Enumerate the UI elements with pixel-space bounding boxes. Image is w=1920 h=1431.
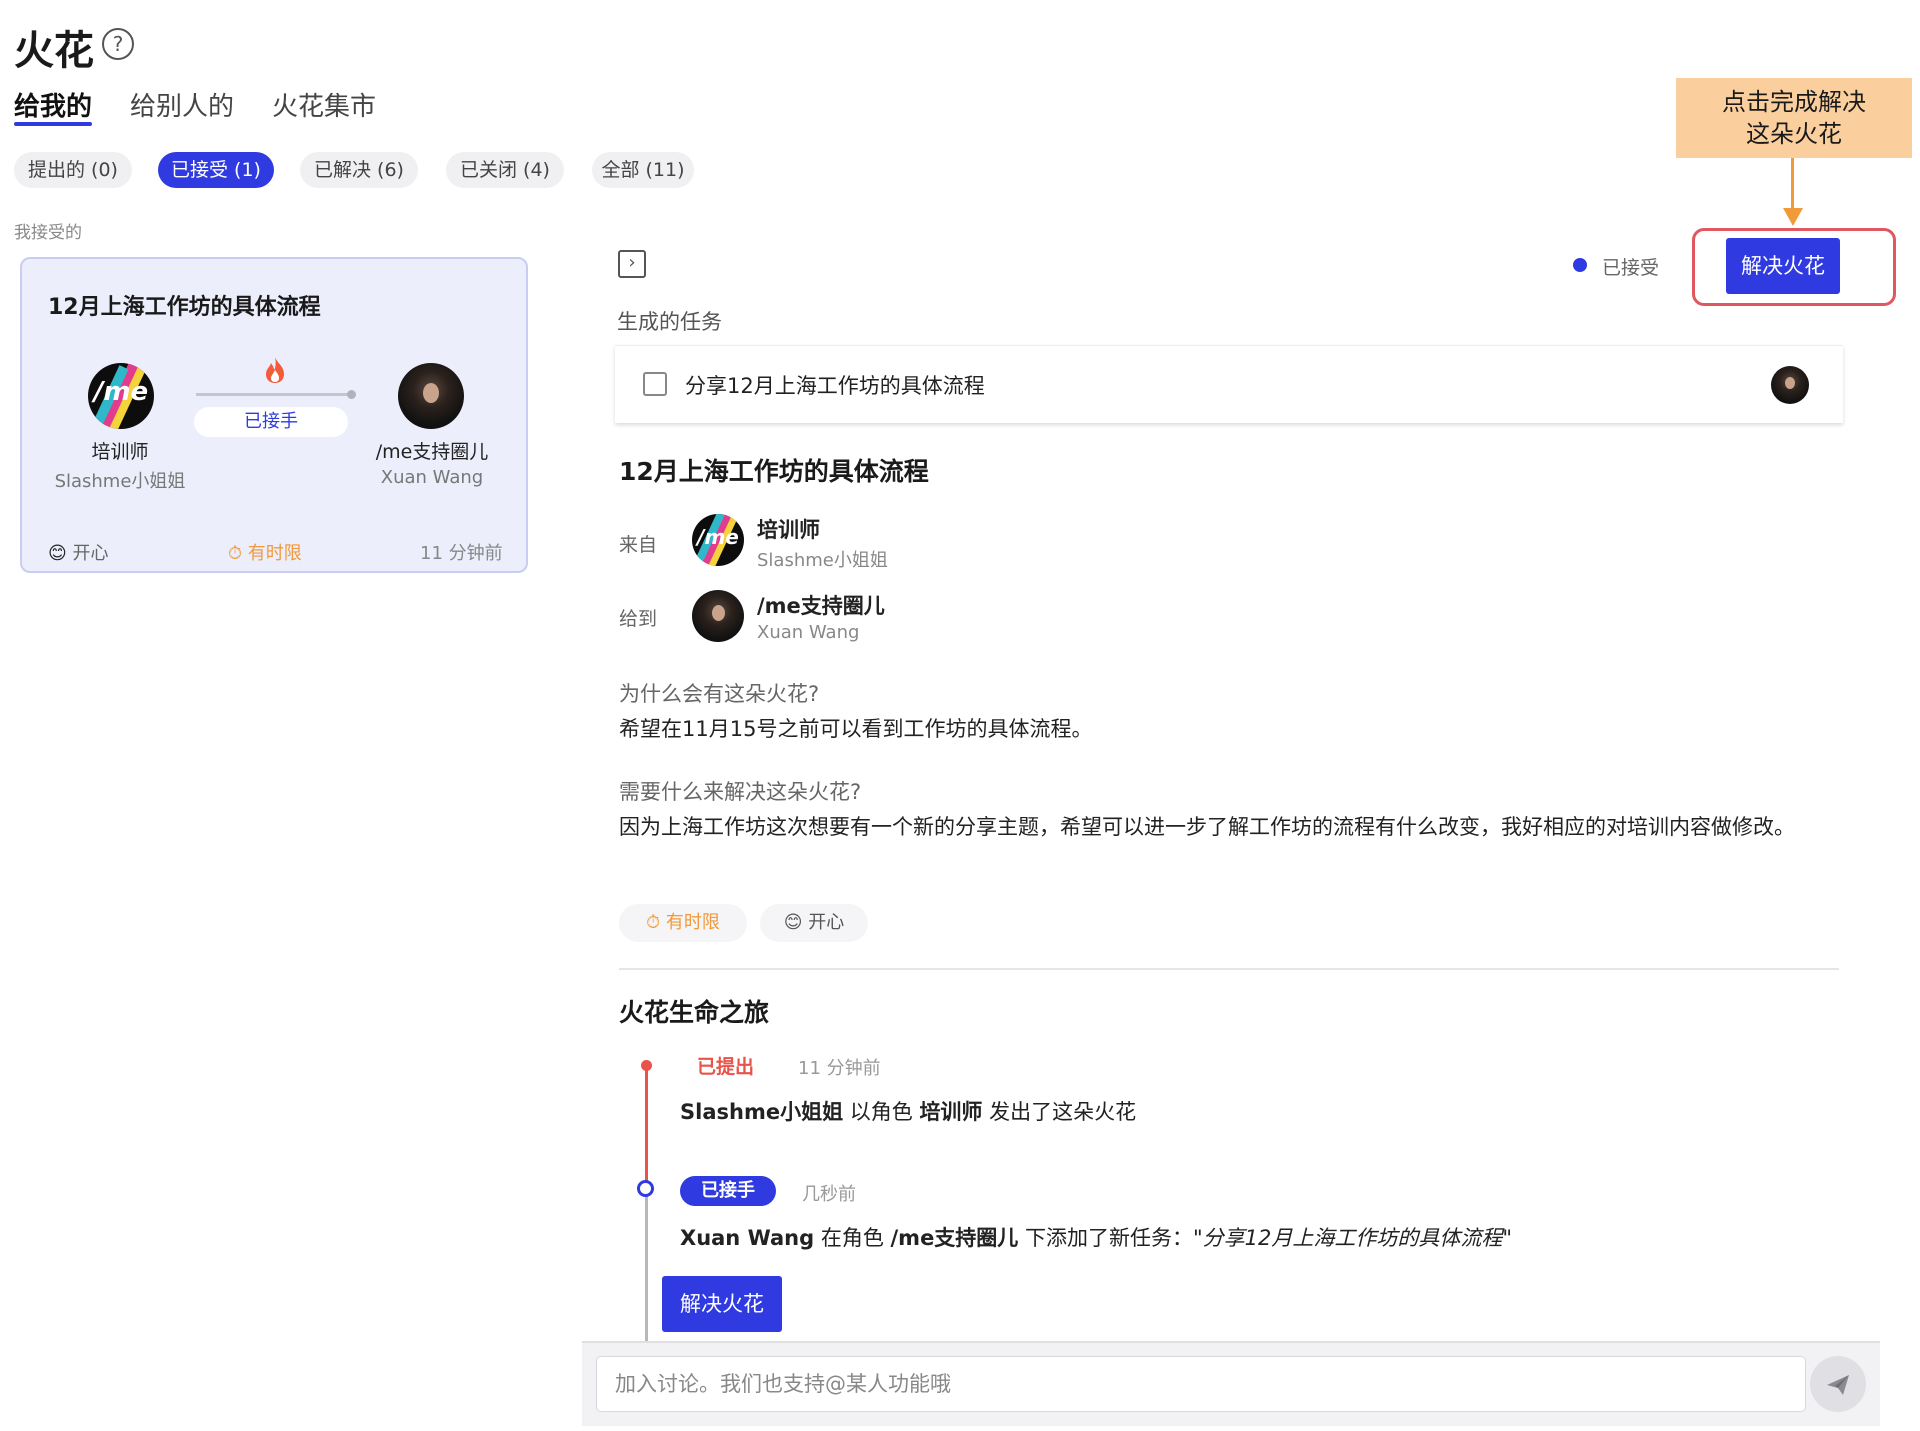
timeline-line [645,1188,648,1343]
spark-card[interactable]: 12月上海工作坊的具体流程 /me 已接手 培训师 Slashme小姐姐 /me… [20,257,528,573]
why-question: 为什么会有这朵火花? [619,682,820,706]
filter-accepted[interactable]: 已接受 (1) [158,152,274,188]
need-question: 需要什么来解决这朵火花? [619,780,862,804]
send-button[interactable] [1810,1356,1866,1412]
status-dot-icon [1573,258,1587,272]
to-user: Xuan Wang [757,622,860,643]
event-badge-accepted: 已接手 [680,1176,776,1206]
supporter-avatar [398,363,464,429]
filter-all[interactable]: 全部 (11) [592,152,694,188]
expand-panel-icon[interactable]: › [618,250,646,278]
card-mood: 😊 开心 [48,543,109,564]
tab-spark-market[interactable]: 火花集市 [272,86,376,123]
tasks-label: 生成的任务 [617,310,722,334]
event-badge-proposed: 已提出 [697,1056,755,1078]
tag-mood: 😊 开心 [760,904,868,942]
event-time: 11 分钟前 [798,1058,881,1079]
filter-proposed[interactable]: 提出的 (0) [14,152,132,188]
tab-to-me[interactable]: 给我的 [14,86,92,123]
section-label: 我接受的 [14,223,82,243]
event-description: Slashme小姐姐 以角色 培训师 发出了这朵火花 [680,1100,1137,1124]
send-icon [1827,1375,1849,1395]
card-time-limit: ⏱ 有时限 [228,543,302,564]
from-label: 来自 [619,534,658,556]
page-title: 火花 [14,28,94,74]
fire-icon [266,357,284,383]
need-answer: 因为上海工作坊这次想要有一个新的分享主题，希望可以进一步了解工作坊的流程有什么改… [619,815,1795,839]
card-from-role: 培训师 [91,441,149,463]
journey-title: 火花生命之旅 [619,998,770,1027]
clock-icon: ⏱ [646,912,661,933]
from-role: 培训师 [757,518,820,542]
happy-face-icon: 😊 [783,912,803,933]
arrow-down-icon [1783,208,1803,226]
card-from-user: Slashme小姐姐 [54,471,186,492]
card-to-role: /me支持圈儿 [375,441,489,463]
detail-title: 12月上海工作坊的具体流程 [619,457,929,486]
tag-time-limit: ⏱ 有时限 [619,904,747,942]
comment-input[interactable] [596,1356,1806,1412]
why-answer: 希望在11月15号之前可以看到工作坊的具体流程。 [619,717,1093,741]
annotation-callout: 点击完成解决 这朵火花 [1676,78,1912,158]
timeline-dot-proposed [641,1060,652,1071]
task-checkbox[interactable] [643,372,667,396]
active-tab-indicator [14,122,92,126]
progress-line-end [347,390,356,399]
timeline-dot-accepted [637,1180,654,1197]
annotation-line-1: 点击完成解决 [1722,88,1866,116]
trainer-avatar: /me [88,363,154,429]
event-description: Xuan Wang 在角色 /me支持圈儿 下添加了新任务："分享12月上海工作… [680,1226,1513,1250]
progress-line [196,393,351,396]
status-text: 已接受 [1602,257,1660,279]
filter-resolved[interactable]: 已解决 (6) [300,152,418,188]
task-item: 分享12月上海工作坊的具体流程 [615,345,1843,423]
card-title: 12月上海工作坊的具体流程 [48,295,321,320]
card-time-ago: 11 分钟前 [420,543,503,564]
tab-to-others[interactable]: 给别人的 [130,86,234,123]
task-text: 分享12月上海工作坊的具体流程 [685,374,985,398]
event-time: 几秒前 [802,1184,856,1205]
help-circle-icon[interactable]: ? [102,28,134,60]
filter-closed[interactable]: 已关闭 (4) [446,152,564,188]
clock-icon: ⏱ [228,543,243,564]
happy-face-icon: 😊 [48,543,67,564]
resolve-spark-button[interactable]: 解决火花 [1726,238,1840,294]
to-role: /me支持圈儿 [757,594,885,618]
from-avatar: /me [692,514,744,566]
to-label: 给到 [619,608,658,630]
annotation-arrow-line [1791,158,1794,214]
resolve-spark-button-timeline[interactable]: 解决火花 [662,1276,782,1332]
divider [619,968,1839,970]
task-assignee-avatar [1771,366,1809,404]
card-to-user: Xuan Wang [380,467,484,488]
from-user: Slashme小姐姐 [757,550,888,571]
timeline-line [645,1064,648,1188]
to-avatar [692,590,744,642]
card-status-badge: 已接手 [194,407,348,437]
annotation-line-2: 这朵火花 [1746,120,1842,148]
